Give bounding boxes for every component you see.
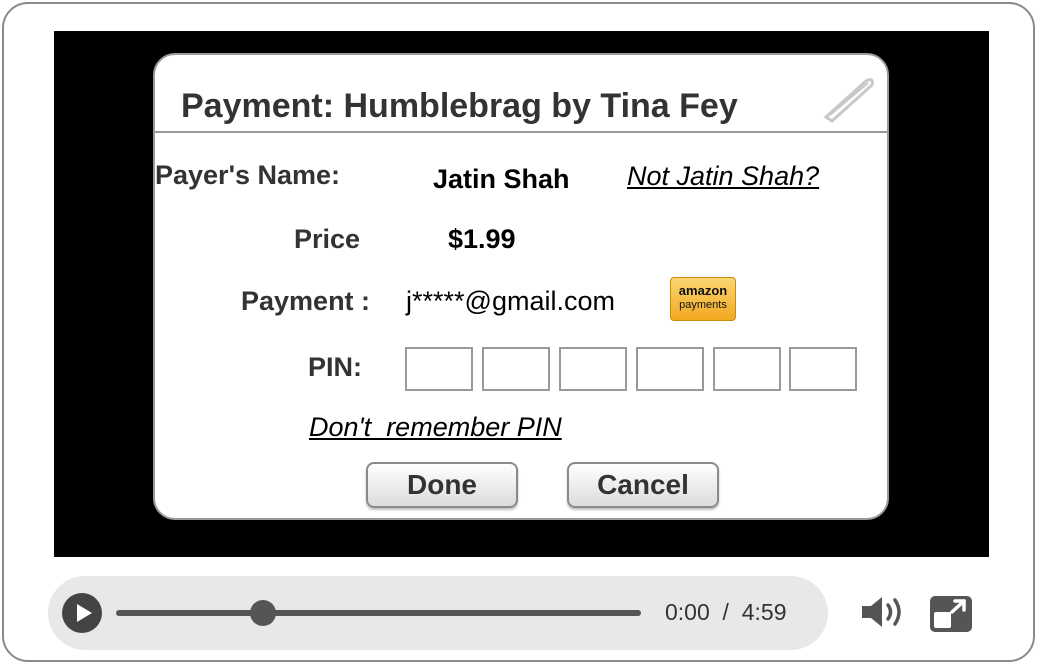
- duration: 4:59: [741, 599, 787, 625]
- payment-dialog: Payment: Humblebrag by Tina Fey Payer's …: [153, 53, 889, 520]
- pin-digit-4[interactable]: [636, 347, 704, 391]
- price-value: $1.99: [448, 224, 516, 254]
- pin-digit-6[interactable]: [789, 347, 857, 391]
- pin-digit-5[interactable]: [713, 347, 781, 391]
- payment-label: Payment :: [241, 286, 371, 316]
- payer-name-value: Jatin Shah: [433, 164, 570, 194]
- time-display: 0:00 / 4:59: [665, 599, 786, 626]
- pin-digit-3[interactable]: [559, 347, 627, 391]
- current-time: 0:00: [665, 599, 710, 625]
- time-separator: /: [722, 599, 729, 625]
- pen-icon: [823, 78, 874, 123]
- fullscreen-icon[interactable]: [928, 594, 974, 634]
- progress-thumb[interactable]: [250, 600, 276, 626]
- amazon-logo-line2: payments: [679, 299, 727, 311]
- play-button[interactable]: [62, 593, 102, 633]
- volume-icon[interactable]: [860, 592, 908, 632]
- amazon-logo-line1: amazon: [678, 283, 728, 298]
- done-button[interactable]: Done: [366, 462, 518, 508]
- play-icon: [77, 604, 92, 622]
- dialog-title: Payment: Humblebrag by Tina Fey: [181, 87, 738, 125]
- payer-name-label: Payer's Name:: [155, 160, 341, 190]
- cancel-button[interactable]: Cancel: [567, 462, 719, 508]
- payment-email: j*****@gmail.com: [406, 286, 615, 316]
- amazon-payments-logo: amazon payments: [670, 277, 736, 321]
- price-label: Price: [294, 224, 361, 254]
- pin-digit-1[interactable]: [405, 347, 473, 391]
- title-divider: [155, 131, 887, 133]
- pin-digit-2[interactable]: [482, 347, 550, 391]
- not-payer-link[interactable]: Not Jatin Shah?: [627, 161, 819, 192]
- progress-track[interactable]: [116, 610, 641, 616]
- media-controls: 0:00 / 4:59: [48, 576, 828, 650]
- pin-label: PIN:: [308, 352, 362, 382]
- forgot-pin-link[interactable]: Don't remember PIN: [309, 412, 562, 443]
